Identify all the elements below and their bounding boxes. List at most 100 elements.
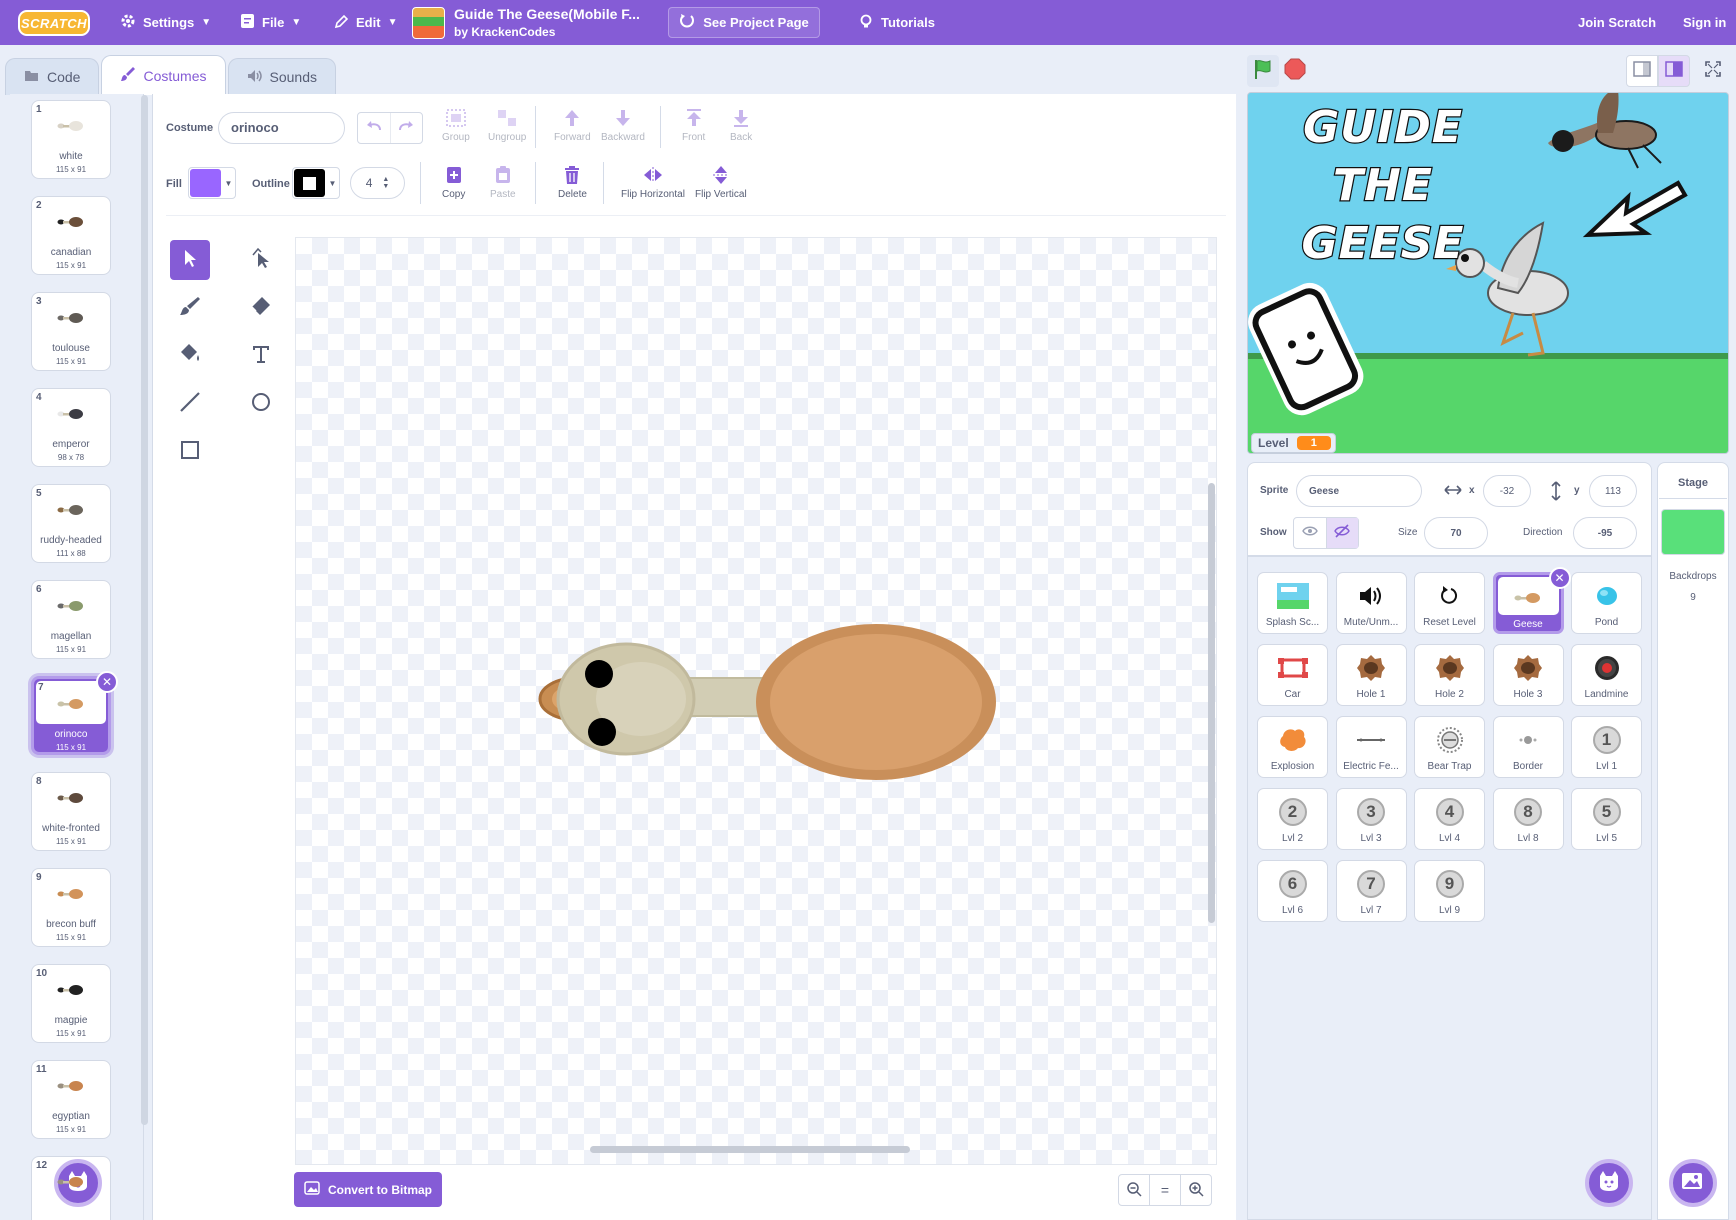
stage-target-pane[interactable]: Stage Backdrops 9 <box>1657 462 1729 1220</box>
flip-vertical-button[interactable]: Flip Vertical <box>695 165 747 200</box>
y-position-input[interactable]: 113 <box>1589 475 1637 507</box>
project-title[interactable]: Guide The Geese(Mobile F... <box>454 6 640 22</box>
costume-item[interactable]: 9 brecon buff 115 x 91 <box>31 868 111 947</box>
select-tool[interactable] <box>170 240 210 280</box>
sprite-tile[interactable]: Hole 3 <box>1492 644 1564 706</box>
forward-button[interactable]: Forward <box>554 108 591 143</box>
settings-menu[interactable]: Settings ▼ <box>120 0 211 45</box>
delete-button[interactable]: Delete <box>558 165 587 200</box>
see-project-page-button[interactable]: See Project Page <box>668 7 820 38</box>
tutorials-menu[interactable]: Tutorials <box>858 0 935 45</box>
back-button[interactable]: Back <box>730 108 752 143</box>
show-visible-button[interactable] <box>1294 518 1327 548</box>
costume-name-input[interactable]: orinoco <box>218 112 345 144</box>
convert-to-bitmap-button[interactable]: Convert to Bitmap <box>294 1172 442 1207</box>
sprite-tile[interactable]: Reset Level <box>1414 572 1485 634</box>
reshape-tool[interactable] <box>241 240 281 280</box>
stage-canvas[interactable]: GUIDE THE GEESE Level 1 <box>1247 92 1729 454</box>
costume-item[interactable]: 4 emperor 98 x 78 <box>31 388 111 467</box>
circle-tool[interactable] <box>241 384 281 424</box>
edit-menu[interactable]: Edit ▼ <box>334 0 397 45</box>
sign-in-link[interactable]: Sign in <box>1683 0 1726 45</box>
fill-color-picker[interactable]: ▼ <box>188 167 236 199</box>
costume-item[interactable]: 10 magpie 115 x 91 <box>31 964 111 1043</box>
costume-item[interactable]: 1 white 115 x 91 <box>31 100 111 179</box>
sprite-tile[interactable]: Hole 2 <box>1414 644 1485 706</box>
small-stage-button[interactable] <box>1626 55 1658 87</box>
show-hidden-button[interactable] <box>1326 518 1358 548</box>
stage-backdrop-thumbnail[interactable] <box>1661 509 1725 555</box>
flip-horizontal-button[interactable]: Flip Horizontal <box>621 165 685 200</box>
redo-button[interactable] <box>391 113 423 143</box>
costume-item[interactable]: 8 white-fronted 115 x 91 <box>31 772 111 851</box>
sprite-tile[interactable]: 9 Lvl 9 <box>1414 860 1485 922</box>
join-scratch-link[interactable]: Join Scratch <box>1578 0 1656 45</box>
sprite-tile[interactable]: Car <box>1257 644 1328 706</box>
sprite-tile[interactable]: 2 Lvl 2 <box>1257 788 1328 850</box>
costume-item[interactable]: 6 magellan 115 x 91 <box>31 580 111 659</box>
costume-item[interactable]: 3 toulouse 115 x 91 <box>31 292 111 371</box>
scratch-logo[interactable]: SCRATCH <box>18 10 90 36</box>
costume-list-scrollbar[interactable] <box>141 95 148 1125</box>
eraser-tool[interactable] <box>241 288 281 328</box>
undo-button[interactable] <box>358 113 391 143</box>
outline-color-picker[interactable]: ▼ <box>292 167 340 199</box>
sprite-tile[interactable]: Hole 1 <box>1335 644 1407 706</box>
file-menu[interactable]: File ▼ <box>240 0 301 45</box>
group-button[interactable]: Group <box>442 108 470 143</box>
project-author[interactable]: by KrackenCodes <box>454 25 555 39</box>
costume-item[interactable]: 11 egyptian 115 x 91 <box>31 1060 111 1139</box>
sprite-tile[interactable]: Splash Sc... <box>1257 572 1328 634</box>
tab-sounds[interactable]: Sounds <box>227 58 336 95</box>
front-button[interactable]: Front <box>682 108 705 143</box>
rectangle-tool[interactable] <box>170 432 210 472</box>
paste-button[interactable]: Paste <box>490 165 516 200</box>
backward-button[interactable]: Backward <box>601 108 645 143</box>
canvas-vertical-scrollbar[interactable] <box>1208 483 1215 923</box>
tab-code[interactable]: Code <box>5 58 100 95</box>
delete-costume-button[interactable]: ✕ <box>96 671 118 693</box>
costume-item[interactable]: 2 canadian 115 x 91 <box>31 196 111 275</box>
sprite-tile[interactable]: 8 Lvl 8 <box>1492 788 1564 850</box>
sprite-tile[interactable]: Bear Trap <box>1414 716 1485 778</box>
text-tool[interactable] <box>241 336 281 376</box>
sprite-tile[interactable]: Explosion <box>1257 716 1328 778</box>
zoom-in-button[interactable] <box>1180 1174 1212 1206</box>
sprite-tile[interactable]: Mute/Unm... <box>1335 572 1407 634</box>
line-tool[interactable] <box>170 384 210 424</box>
sprite-tile[interactable]: Pond <box>1571 572 1642 634</box>
sprite-tile[interactable]: 6 Lvl 6 <box>1257 860 1328 922</box>
choose-backdrop-button[interactable] <box>1669 1159 1717 1207</box>
ungroup-button[interactable]: Ungroup <box>488 108 526 143</box>
costume-item[interactable]: 5 ruddy-headed 111 x 88 <box>31 484 111 563</box>
sprite-tile[interactable]: 3 Lvl 3 <box>1335 788 1407 850</box>
stop-button[interactable] <box>1279 55 1311 87</box>
zoom-reset-button[interactable]: = <box>1149 1174 1181 1206</box>
fill-tool[interactable] <box>170 336 210 376</box>
green-flag-button[interactable] <box>1247 55 1279 87</box>
sprite-tile[interactable]: 7 Lvl 7 <box>1335 860 1407 922</box>
zoom-out-button[interactable] <box>1118 1174 1150 1206</box>
x-position-input[interactable]: -32 <box>1483 475 1531 507</box>
outline-width-stepper[interactable]: 4 ▲ ▼ <box>350 167 405 199</box>
costume-item[interactable]: 7 orinoco 115 x 91 ✕ <box>31 671 118 755</box>
sprite-tile[interactable]: 1 Lvl 1 <box>1571 716 1642 778</box>
brush-tool[interactable] <box>170 288 210 328</box>
delete-sprite-button[interactable]: ✕ <box>1548 567 1571 589</box>
sprite-tile[interactable]: 5 Lvl 5 <box>1571 788 1642 850</box>
sprite-tile[interactable]: 4 Lvl 4 <box>1414 788 1485 850</box>
direction-input[interactable]: -95 <box>1573 517 1637 549</box>
size-input[interactable]: 70 <box>1424 517 1488 549</box>
sprite-tile[interactable]: Geese ✕ <box>1492 567 1571 634</box>
paint-canvas[interactable] <box>295 237 1217 1165</box>
canvas-horizontal-scrollbar[interactable] <box>590 1146 910 1153</box>
sprite-tile[interactable]: Landmine <box>1571 644 1642 706</box>
sprite-name-input[interactable]: Geese <box>1296 475 1422 507</box>
fullscreen-button[interactable] <box>1697 55 1729 87</box>
tab-costumes[interactable]: Costumes <box>101 55 226 95</box>
sprite-tile[interactable]: Border <box>1492 716 1564 778</box>
large-stage-button[interactable] <box>1658 55 1690 87</box>
sprite-tile[interactable]: Electric Fe... <box>1335 716 1407 778</box>
choose-sprite-button[interactable] <box>1585 1159 1633 1207</box>
copy-button[interactable]: Copy <box>442 165 465 200</box>
